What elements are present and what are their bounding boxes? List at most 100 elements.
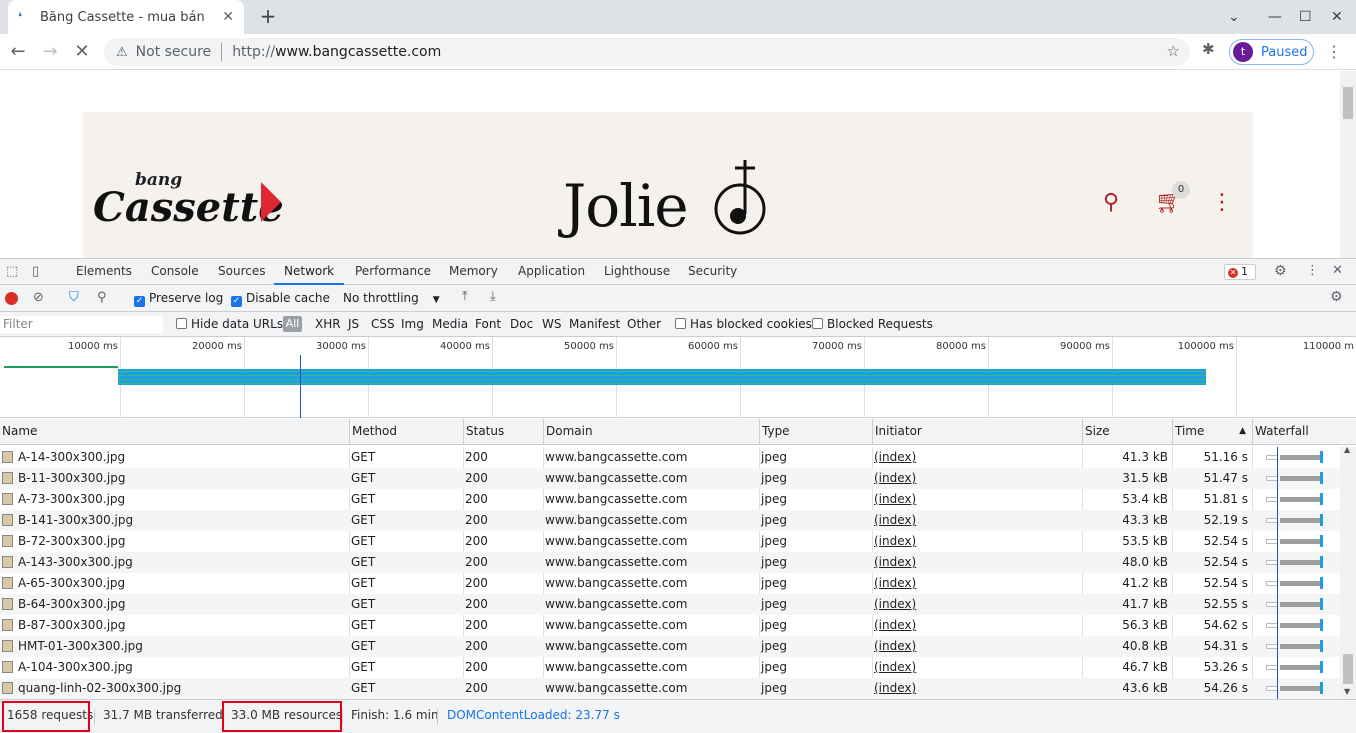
close-window-icon[interactable]: ✕ bbox=[1331, 0, 1343, 34]
more-menu-icon[interactable]: ⋮ bbox=[1211, 190, 1233, 215]
table-row[interactable]: B-72-300x300.jpg GET 200 www.bangcassette.c… bbox=[0, 531, 1340, 552]
export-har-icon[interactable]: ⤓ bbox=[490, 289, 496, 304]
col-waterfall[interactable]: Waterfall bbox=[1252, 419, 1356, 445]
throttling-select[interactable]: No throttling ▼ bbox=[343, 291, 440, 305]
bookmark-star-icon[interactable]: ☆ bbox=[1167, 42, 1180, 60]
col-time[interactable]: Time ▲ bbox=[1172, 419, 1252, 445]
extensions-puzzle-icon[interactable]: ✱ bbox=[1202, 40, 1215, 58]
cell-initiator[interactable]: (index) bbox=[872, 447, 1082, 468]
page-scrollbar[interactable] bbox=[1340, 71, 1356, 258]
table-row[interactable]: B-141-300x300.jpg GET 200 www.bangcassette.… bbox=[0, 510, 1340, 531]
cell-initiator[interactable]: (index) bbox=[872, 615, 1082, 636]
page-scrollbar-thumb[interactable] bbox=[1343, 87, 1353, 119]
stop-loading-icon[interactable]: ✕ bbox=[70, 40, 94, 64]
cell-initiator[interactable]: (index) bbox=[872, 573, 1082, 594]
type-filter-xhr[interactable]: XHR bbox=[315, 317, 341, 331]
browser-tab[interactable]: ❛ Băng Cassette - mua bán ✕ bbox=[8, 0, 244, 34]
preserve-log-check[interactable]: ✓ bbox=[134, 296, 145, 307]
timeline-overview[interactable]: 10000 ms 20000 ms 30000 ms 40000 ms 5000… bbox=[0, 337, 1356, 418]
table-row[interactable]: B-64-300x300.jpg GET 200 www.bangcassette.c… bbox=[0, 594, 1340, 615]
type-filter-ws[interactable]: WS bbox=[542, 317, 561, 331]
col-name[interactable]: Name bbox=[0, 419, 349, 445]
table-row[interactable]: A-73-300x300.jpg GET 200 www.bangcassette.c… bbox=[0, 489, 1340, 510]
import-har-icon[interactable]: ⤒ bbox=[462, 289, 468, 304]
address-bar[interactable]: ⚠ Not secure http://www.bangcassette.com… bbox=[104, 38, 1190, 66]
tab-application[interactable]: Application bbox=[518, 259, 585, 285]
device-toolbar-icon[interactable]: ▯ bbox=[32, 264, 39, 279]
col-method[interactable]: Method bbox=[349, 419, 463, 445]
tab-lighthouse[interactable]: Lighthouse bbox=[604, 259, 670, 285]
disable-cache-check[interactable]: ✓ bbox=[231, 296, 242, 307]
col-size[interactable]: Size bbox=[1082, 419, 1172, 445]
type-filter-font[interactable]: Font bbox=[475, 317, 501, 331]
preserve-log-checkbox[interactable]: ✓ Preserve log bbox=[134, 291, 223, 307]
table-scrollbar-thumb[interactable] bbox=[1343, 654, 1353, 684]
cell-initiator[interactable]: (index) bbox=[872, 657, 1082, 678]
table-row[interactable]: A-143-300x300.jpg GET 200 www.bangcassette.… bbox=[0, 552, 1340, 573]
table-row[interactable]: quang-linh-02-300x300.jpg GET 200 www.bangc… bbox=[0, 678, 1340, 699]
devtools-settings-gear-icon[interactable]: ⚙ bbox=[1274, 263, 1287, 279]
table-row[interactable]: A-104-300x300.jpg GET 200 www.bangcassette.… bbox=[0, 657, 1340, 678]
error-count-badge[interactable]: ✕ 1 bbox=[1224, 264, 1256, 280]
tab-sources[interactable]: Sources bbox=[218, 259, 265, 285]
type-filter-media[interactable]: Media bbox=[432, 317, 468, 331]
blocked-requests-checkbox[interactable]: Blocked Requests bbox=[812, 317, 933, 331]
filter-input[interactable]: Filter bbox=[0, 316, 163, 333]
forward-icon[interactable]: → bbox=[38, 40, 62, 64]
type-filter-manifest[interactable]: Manifest bbox=[569, 317, 620, 331]
new-tab-button[interactable]: + bbox=[256, 4, 280, 28]
record-icon[interactable] bbox=[5, 292, 18, 305]
table-row[interactable]: A-14-300x300.jpg GET 200 www.bangcassette.c… bbox=[0, 447, 1340, 468]
cell-initiator[interactable]: (index) bbox=[872, 678, 1082, 699]
security-label[interactable]: Not secure bbox=[136, 44, 212, 60]
filter-funnel-icon[interactable]: ⛉ bbox=[69, 290, 79, 305]
tab-security[interactable]: Security bbox=[688, 259, 737, 285]
type-filter-js[interactable]: JS bbox=[348, 317, 359, 331]
tab-elements[interactable]: Elements bbox=[76, 259, 132, 285]
url-text[interactable]: http://www.bangcassette.com bbox=[232, 44, 441, 60]
type-filter-doc[interactable]: Doc bbox=[510, 317, 533, 331]
tab-performance[interactable]: Performance bbox=[355, 259, 431, 285]
network-settings-gear-icon[interactable]: ⚙ bbox=[1330, 289, 1343, 305]
chrome-menu-icon[interactable]: ⋮ bbox=[1326, 42, 1342, 61]
cell-initiator[interactable]: (index) bbox=[872, 489, 1082, 510]
type-filter-other[interactable]: Other bbox=[627, 317, 661, 331]
tab-network[interactable]: Network bbox=[274, 259, 345, 285]
type-filter-img[interactable]: Img bbox=[401, 317, 424, 331]
search-icon[interactable]: ⚲ bbox=[97, 290, 107, 305]
profile-button[interactable]: t Paused bbox=[1229, 39, 1314, 65]
col-initiator[interactable]: Initiator bbox=[872, 419, 1082, 445]
cell-initiator[interactable]: (index) bbox=[872, 636, 1082, 657]
col-domain[interactable]: Domain bbox=[543, 419, 759, 445]
tab-search-icon[interactable]: ⌄ bbox=[1228, 0, 1240, 34]
cell-initiator[interactable]: (index) bbox=[872, 531, 1082, 552]
type-filter-all[interactable]: All bbox=[283, 316, 302, 332]
table-row[interactable]: A-65-300x300.jpg GET 200 www.bangcassette.c… bbox=[0, 573, 1340, 594]
col-status[interactable]: Status bbox=[463, 419, 543, 445]
devtools-menu-icon[interactable]: ⋮ bbox=[1306, 263, 1319, 278]
jolie-brand[interactable]: Jolie bbox=[563, 172, 689, 240]
inspect-element-icon[interactable]: ⬚ bbox=[6, 264, 18, 279]
tab-close-icon[interactable]: ✕ bbox=[222, 9, 234, 25]
has-blocked-cookies-checkbox[interactable]: Has blocked cookies bbox=[675, 317, 812, 331]
scroll-down-icon[interactable]: ▼ bbox=[1344, 687, 1350, 696]
type-filter-css[interactable]: CSS bbox=[371, 317, 395, 331]
cell-initiator[interactable]: (index) bbox=[872, 468, 1082, 489]
col-type[interactable]: Type bbox=[759, 419, 872, 445]
cell-initiator[interactable]: (index) bbox=[872, 594, 1082, 615]
scroll-up-icon[interactable]: ▲ bbox=[1344, 445, 1350, 454]
minimize-icon[interactable]: — bbox=[1268, 0, 1282, 34]
table-row[interactable]: B-87-300x300.jpg GET 200 www.bangcassette.c… bbox=[0, 615, 1340, 636]
tab-console[interactable]: Console bbox=[151, 259, 199, 285]
maximize-icon[interactable]: ☐ bbox=[1299, 0, 1312, 34]
back-icon[interactable]: ← bbox=[6, 40, 30, 64]
clear-icon[interactable]: ⊘ bbox=[33, 290, 44, 305]
table-row[interactable]: HMT-01-300x300.jpg GET 200 www.bangcassette… bbox=[0, 636, 1340, 657]
cell-initiator[interactable]: (index) bbox=[872, 552, 1082, 573]
cell-initiator[interactable]: (index) bbox=[872, 510, 1082, 531]
hide-data-urls-checkbox[interactable]: Hide data URLs bbox=[176, 317, 283, 331]
devtools-close-icon[interactable]: ✕ bbox=[1332, 263, 1343, 278]
search-icon[interactable]: ⚲ bbox=[1103, 190, 1119, 215]
disable-cache-checkbox[interactable]: ✓ Disable cache bbox=[231, 291, 330, 307]
tab-memory[interactable]: Memory bbox=[449, 259, 498, 285]
